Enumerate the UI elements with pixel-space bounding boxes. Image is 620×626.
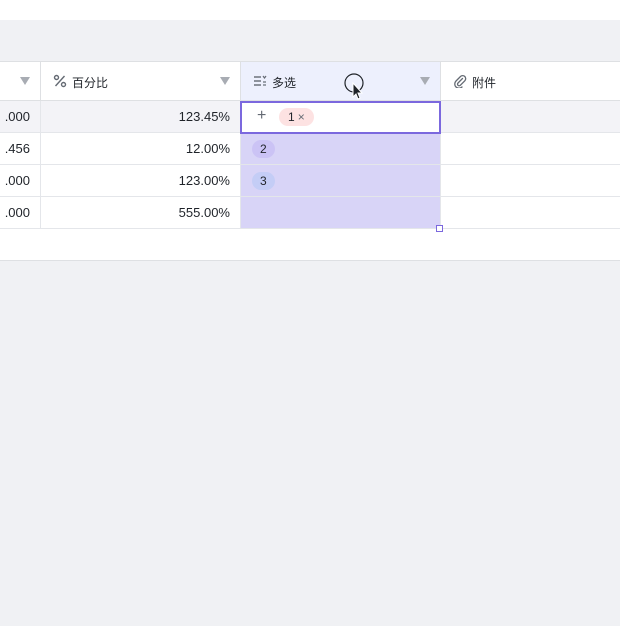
multiselect-field-icon xyxy=(254,75,267,86)
column-label: 附件 xyxy=(472,76,497,90)
column-header-multiselect[interactable]: 多选 xyxy=(241,62,441,101)
option-tag-label: 1 xyxy=(288,110,295,124)
fill-handle[interactable] xyxy=(436,225,443,232)
column-header-percent[interactable]: 百分比 xyxy=(41,62,241,101)
option-tag: 1 × xyxy=(279,108,314,126)
option-tag: 3 xyxy=(252,172,275,190)
grid-cell-multiselect[interactable]: 3 xyxy=(241,165,441,197)
column-menu-caret-icon[interactable] xyxy=(220,77,230,85)
grid-cell-percent[interactable]: 555.00% xyxy=(41,197,241,229)
column-header-attachment[interactable]: 附件 xyxy=(441,62,620,101)
column-label: 多选 xyxy=(272,76,297,90)
grid-cell-attachment[interactable] xyxy=(441,101,620,133)
active-multiselect-cell[interactable]: + 1 × xyxy=(240,101,441,134)
grid-cell-attachment[interactable] xyxy=(441,197,620,229)
grid-cell-percent[interactable]: 123.00% xyxy=(41,165,241,197)
grid-cell[interactable]: .000 xyxy=(0,197,41,229)
grid-cell[interactable]: .456 xyxy=(0,133,41,165)
grid-cell[interactable]: .000 xyxy=(0,165,41,197)
option-tag: 2 xyxy=(252,140,275,158)
grid-cell-attachment[interactable] xyxy=(441,165,620,197)
grid-cell[interactable]: .000 xyxy=(0,101,41,133)
grid-cell-percent[interactable]: 123.45% xyxy=(41,101,241,133)
column-label: 百分比 xyxy=(72,76,109,90)
column-menu-caret-icon[interactable] xyxy=(420,77,430,85)
remove-option-icon[interactable]: × xyxy=(298,110,305,124)
grid-cell-attachment[interactable] xyxy=(441,133,620,165)
mouse-cursor-icon xyxy=(344,73,364,100)
percent-field-icon xyxy=(53,74,67,88)
grid-cell-multiselect[interactable] xyxy=(241,197,441,229)
paperclip-icon xyxy=(454,74,467,88)
grid-cell-percent[interactable]: 12.00% xyxy=(41,133,241,165)
grid-cell-multiselect[interactable]: 2 xyxy=(241,133,441,165)
top-bar xyxy=(0,0,620,20)
column-header-prev[interactable] xyxy=(0,62,41,101)
data-grid: 百分比 多选 附件 .000 123.45% .456 12.00% 2 .00… xyxy=(0,61,620,261)
add-option-icon[interactable]: + xyxy=(257,107,266,125)
column-menu-caret-icon[interactable] xyxy=(20,77,30,85)
